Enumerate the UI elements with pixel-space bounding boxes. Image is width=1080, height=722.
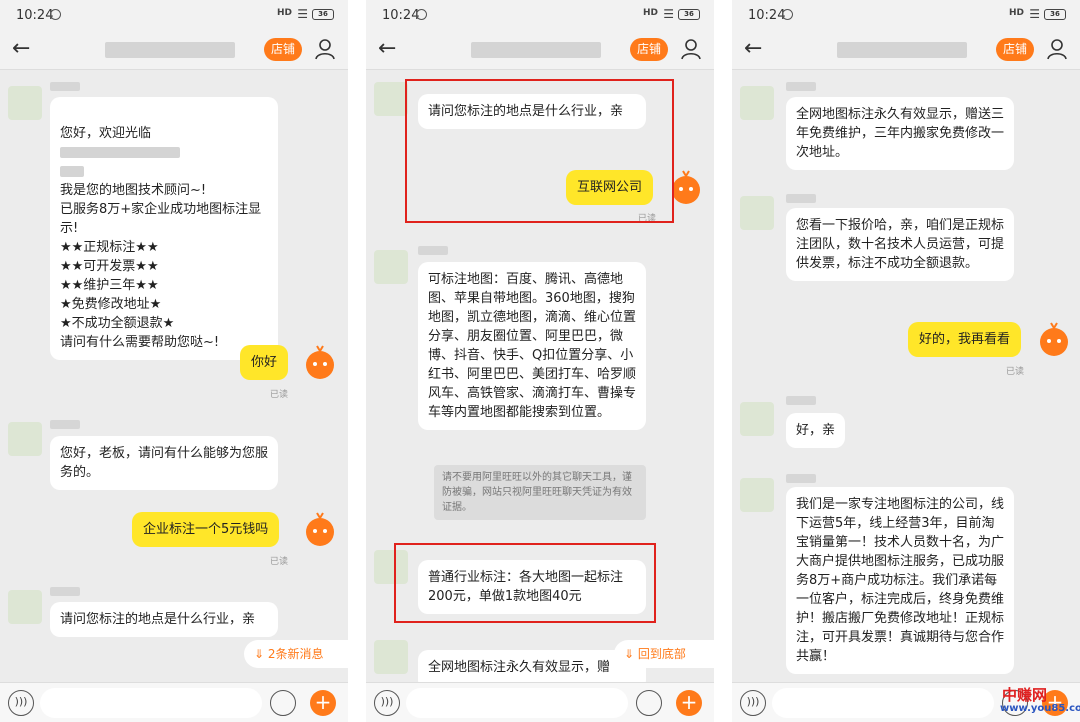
user-message-reply: 好的，我再看看 [908,322,1022,357]
seller-message: 全网地图标注永久有效显示，赠送三年免费维护，三年内搬家免费修改一次地址。 [786,97,1014,170]
battery-icon: 36 [1044,9,1066,20]
double-chevron-down-icon: ⇓ [624,647,635,661]
user-icon[interactable] [314,37,338,61]
user-avatar [306,512,334,546]
seller-avatar [8,86,42,120]
status-bar: 10:24 HD ☰ 36 [0,0,348,30]
shop-name-redacted [471,42,601,58]
seller-message-maps: 可标注地图：百度、腾讯、高德地图、苹果自带地图。360地图，搜狗地图，凯立德地图… [418,262,646,430]
plus-icon[interactable]: + [310,690,336,716]
message-input[interactable] [772,688,994,718]
back-to-bottom-label: 回到底部 [637,647,686,661]
seller-name-redacted [418,246,448,255]
double-chevron-down-icon: ⇓ [254,647,265,661]
seller-name-redacted [50,587,80,596]
phone-screen-3: 10:24 HD ☰ 36 ← 店铺 全网地图标注永久有效显示，赠送三年免费维护… [732,0,1080,722]
seller-avatar [740,86,774,120]
user-avatar [306,345,334,379]
seller-message-quote: 您看一下报价哈，亲，咱们是正规标注团队，数十名技术人员运营，可提供发票，标注不成… [786,208,1014,281]
voice-icon[interactable]: ))) [740,690,766,716]
seller-name-redacted [786,474,816,483]
phone-screen-2: 10:24 HD ☰ 36 ← 店铺 请问您标注的地点是什么行业，亲 互联网公司… [366,0,714,722]
highlight-box [405,79,674,223]
seller-name-redacted [50,420,80,429]
read-status: 已读 [1006,367,1025,377]
seller-avatar [740,402,774,436]
status-bar: 10:24 HD ☰ 36 [732,0,1080,30]
user-avatar [1040,322,1068,356]
status-time: 10:24 [16,8,54,23]
read-status: 已读 [270,390,289,400]
message-input[interactable] [40,688,262,718]
seller-avatar [8,422,42,456]
battery-icon: 36 [312,9,334,20]
seller-avatar [740,196,774,230]
alarm-icon [416,9,427,20]
seller-avatar [374,250,408,284]
highlight-box [394,543,656,623]
seller-message-ok: 好，亲 [786,413,846,448]
voice-icon[interactable]: ))) [374,690,400,716]
back-to-bottom-pill[interactable]: ⇓ 回到底部 [614,640,714,668]
seller-message-intro: 我们是一家专注地图标注的公司，线下运营5年，线上经营3年，目前淘宝销量第一！技术… [786,487,1014,674]
emoji-icon[interactable] [270,690,296,716]
seller-avatar [374,640,408,674]
shop-button[interactable]: 店铺 [996,38,1034,61]
security-warning: 请不要用阿里旺旺以外的其它聊天工具，谨防被骗，网站只视阿里旺旺聊天凭证为有效证据… [434,465,646,520]
seller-avatar [740,478,774,512]
new-messages-pill[interactable]: ⇓ 2条新消息 [244,640,348,668]
signal-icon: HD [642,8,658,18]
shop-name-redacted [60,147,180,158]
input-bar: ))) + [0,682,348,722]
user-message-price: 企业标注一个5元钱吗 [132,512,280,547]
welcome-message: 您好，欢迎光临我是您的地图技术顾问~! 已服务8万+家企业成功地图标注显示! ★… [50,97,278,360]
signal-icon: HD [1008,8,1024,18]
status-time: 10:24 [382,8,420,23]
battery-icon: 36 [678,9,700,20]
alarm-icon [782,9,793,20]
seller-name-redacted [786,396,816,405]
site-watermark: 中赚网 www.you85.com [990,684,1080,718]
new-messages-label: 2条新消息 [267,647,324,661]
user-icon[interactable] [680,37,704,61]
back-arrow-icon[interactable]: ← [744,36,762,61]
seller-name-redacted [786,194,816,203]
read-status: 已读 [270,557,289,567]
emoji-icon[interactable] [636,690,662,716]
seller-avatar [374,82,408,116]
wifi-icon: ☰ [1029,7,1040,21]
message-input[interactable] [406,688,628,718]
seller-message: 您好，老板，请问有什么能够为您服务的。 [50,436,278,490]
shop-button[interactable]: 店铺 [264,38,302,61]
back-arrow-icon[interactable]: ← [378,36,396,61]
shop-name-redacted [105,42,235,58]
chat-header: ← 店铺 [366,30,714,70]
plus-icon[interactable]: + [676,690,702,716]
chat-header: ← 店铺 [732,30,1080,70]
voice-icon[interactable]: ))) [8,690,34,716]
seller-message: 请问您标注的地点是什么行业，亲 [50,602,278,637]
user-message-hello: 你好 [240,345,289,380]
status-bar: 10:24 HD ☰ 36 [366,0,714,30]
watermark-url: www.you85.com [1000,703,1080,714]
status-time: 10:24 [748,8,786,23]
shop-button[interactable]: 店铺 [630,38,668,61]
seller-avatar [8,590,42,624]
welcome-body: 我是您的地图技术顾问~! 已服务8万+家企业成功地图标注显示! ★★正规标注★★… [60,183,262,350]
input-bar: ))) + [366,682,714,722]
shop-name-redacted [837,42,967,58]
seller-name-redacted [786,82,816,91]
welcome-prefix: 您好，欢迎光临 [60,126,152,141]
user-icon[interactable] [1046,37,1070,61]
chat-header: ← 店铺 [0,30,348,70]
wifi-icon: ☰ [297,7,308,21]
phone-screen-1: 10:24 HD ☰ 36 ← 店铺 您好，欢迎光临我是您的地图技术顾问~! 已… [0,0,348,722]
watermark-title: 中赚网 [1002,686,1048,704]
wifi-icon: ☰ [663,7,674,21]
shop-name-redacted [60,166,84,177]
alarm-icon [50,9,61,20]
signal-icon: HD [276,8,292,18]
back-arrow-icon[interactable]: ← [12,36,30,61]
seller-name-redacted [50,82,80,91]
